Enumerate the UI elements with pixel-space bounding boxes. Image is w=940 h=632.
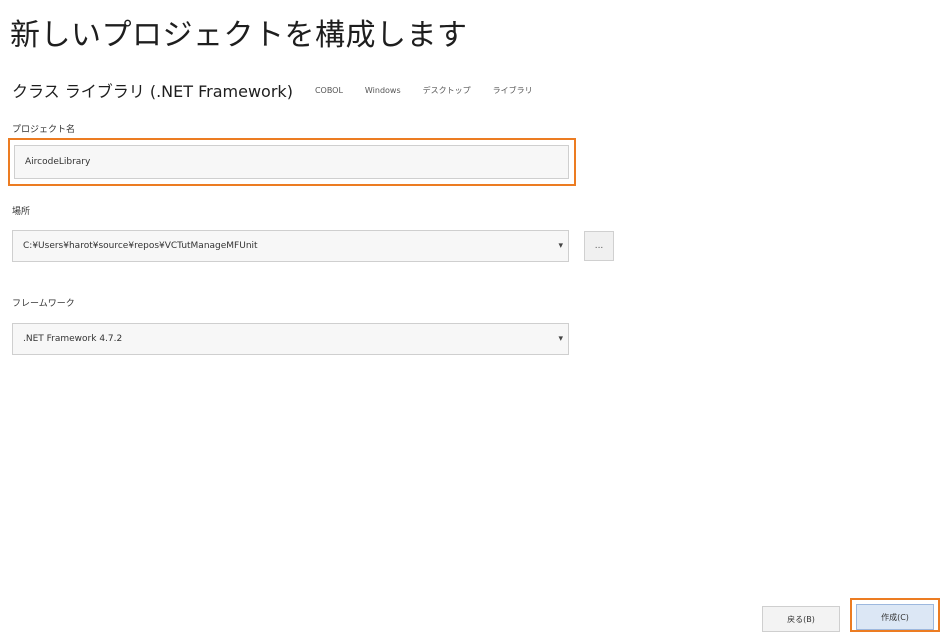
location-value: C:¥Users¥harot¥source¥repos¥VCTutManageM…	[23, 241, 258, 251]
framework-select[interactable]: .NET Framework 4.7.2 ▾	[12, 323, 569, 355]
tag-desktop: デスクトップ	[422, 85, 471, 95]
chevron-down-icon[interactable]: ▾	[558, 241, 563, 251]
framework-label: フレームワーク	[12, 299, 75, 309]
template-name: クラス ライブラリ (.NET Framework)	[12, 82, 293, 101]
project-name-label: プロジェクト名	[12, 125, 76, 135]
tag-library: ライブラリ	[492, 85, 533, 95]
tag-windows: Windows	[364, 85, 401, 95]
create-button[interactable]: 作成(C)	[856, 604, 934, 630]
template-info: クラス ライブラリ (.NET Framework) COBOL Windows…	[12, 78, 555, 102]
tag-cobol: COBOL	[314, 85, 343, 95]
back-button[interactable]: 戻る(B)	[762, 606, 840, 632]
project-name-input[interactable]	[14, 145, 569, 179]
location-label: 場所	[12, 207, 31, 217]
chevron-down-icon[interactable]: ▾	[558, 334, 563, 344]
page-title: 新しいプロジェクトを構成します	[10, 18, 468, 53]
location-select[interactable]: C:¥Users¥harot¥source¥repos¥VCTutManageM…	[12, 230, 569, 262]
browse-button[interactable]: ...	[584, 231, 614, 261]
framework-value: .NET Framework 4.7.2	[23, 334, 123, 344]
